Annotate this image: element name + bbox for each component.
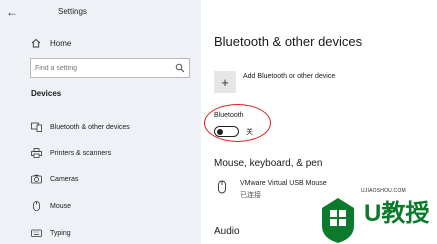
search-input[interactable] — [35, 62, 169, 74]
sidebar-item-label: Typing — [50, 229, 71, 237]
sidebar-item-label: Home — [50, 38, 72, 48]
section-title-devices: Devices — [31, 89, 62, 98]
section-title-audio: Audio — [214, 226, 240, 237]
add-device-button[interactable]: + — [214, 71, 236, 93]
sidebar-item-cameras[interactable]: Cameras — [31, 172, 78, 186]
keyboard-icon — [31, 229, 42, 237]
bluetooth-devices-icon — [31, 122, 42, 132]
device-name[interactable]: VMware Virtual USB Mouse — [240, 180, 327, 187]
window-title: Settings — [58, 7, 87, 16]
mouse-icon — [33, 201, 40, 211]
page-title: Bluetooth & other devices — [214, 34, 363, 49]
device-status: 已连接 — [240, 192, 261, 199]
sidebar-item-typing[interactable]: Typing — [31, 226, 71, 240]
sidebar-item-label: Cameras — [50, 175, 79, 183]
sidebar-item-bluetooth[interactable]: Bluetooth & other devices — [31, 120, 130, 134]
printer-icon — [31, 148, 42, 158]
home-icon — [31, 38, 41, 48]
highlight-circle-annotation — [204, 104, 271, 142]
sidebar-item-label: Mouse — [50, 202, 72, 210]
back-arrow-icon[interactable]: ← — [5, 5, 19, 19]
search-icon[interactable] — [175, 63, 185, 73]
add-device-label[interactable]: Add Bluetooth or other device — [243, 73, 335, 80]
sidebar-item-label: Printers & scanners — [50, 149, 112, 157]
mouse-device-icon — [218, 180, 226, 194]
camera-icon — [31, 174, 42, 184]
sidebar-item-home[interactable]: Home — [31, 36, 71, 50]
sidebar-item-printers[interactable]: Printers & scanners — [31, 146, 111, 160]
sidebar: ← Settings Home Devices Bluetooth & othe… — [0, 0, 201, 244]
section-title-mouse-keyboard-pen: Mouse, keyboard, & pen — [214, 158, 323, 169]
sidebar-item-label: Bluetooth & other devices — [50, 123, 130, 131]
plus-icon: + — [221, 74, 229, 90]
watermark-brand: U教授 — [364, 200, 430, 227]
sidebar-item-mouse[interactable]: Mouse — [31, 199, 71, 213]
search-box[interactable] — [30, 58, 190, 78]
